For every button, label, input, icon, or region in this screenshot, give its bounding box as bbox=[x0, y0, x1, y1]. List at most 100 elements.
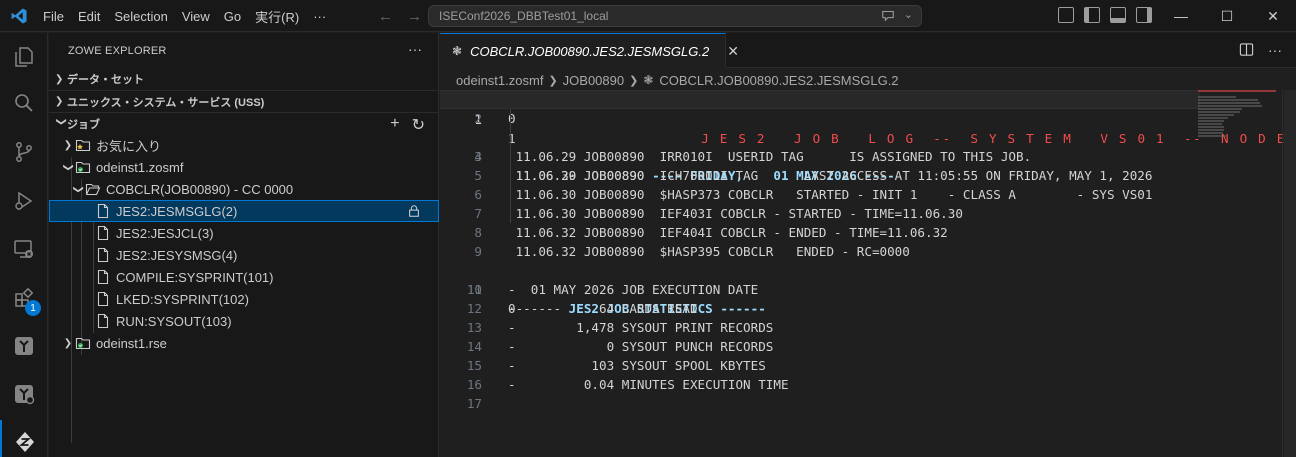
tree-item-spool-compile[interactable]: COMPILE:SYSPRINT(101) bbox=[49, 266, 439, 288]
line-number: 15 bbox=[466, 358, 482, 373]
tree-item-spool-lked[interactable]: LKED:SYSPRINT(102) bbox=[49, 288, 439, 310]
code-line: 5 11.06.30 JOB00890 ICH70001I TAG LAST A… bbox=[440, 166, 1200, 185]
tree-item-spool-run[interactable]: RUN:SYSOUT(103) bbox=[49, 310, 439, 332]
tree-item-label: odeinst1.rse bbox=[96, 335, 167, 351]
toggle-secondary-sidebar-icon[interactable] bbox=[1136, 7, 1152, 23]
copilot-icon[interactable] bbox=[881, 8, 895, 22]
lock-icon bbox=[409, 205, 419, 217]
add-icon[interactable]: + bbox=[390, 115, 399, 135]
search-icon bbox=[15, 94, 33, 112]
close-icon[interactable]: ✕ bbox=[727, 43, 739, 60]
toggle-panel-icon[interactable] bbox=[1110, 7, 1126, 23]
menu-run[interactable]: 実行(R) bbox=[248, 7, 306, 26]
code-line: 16 - 0.04 MINUTES EXECUTION TIME bbox=[440, 375, 1200, 394]
files-icon bbox=[15, 47, 33, 67]
line-number: 12 bbox=[466, 301, 482, 316]
file-icon bbox=[95, 225, 111, 241]
code-line: 17 bbox=[440, 394, 1200, 413]
file-icon bbox=[95, 269, 111, 285]
zowe-resources-button[interactable] bbox=[0, 372, 48, 416]
menu-file[interactable]: File bbox=[36, 9, 71, 24]
line-text: 11.06.32 JOB00890 $HASP395 COBCLR ENDED … bbox=[508, 244, 910, 259]
section-jobs[interactable]: ❯ ジョブ + ↻ bbox=[49, 112, 439, 134]
more-actions-icon[interactable]: ··· bbox=[408, 41, 422, 57]
minimap-line bbox=[1198, 114, 1234, 116]
source-control-icon bbox=[16, 142, 32, 162]
minimize-icon[interactable]: — bbox=[1158, 0, 1204, 32]
profile-folder-icon bbox=[75, 159, 91, 175]
breadcrumb-item[interactable]: COBCLR.JOB00890.JES2.JESMSGLG.2 bbox=[659, 73, 898, 88]
spool-file-icon: ❃ bbox=[452, 44, 463, 58]
line-number: 14 bbox=[466, 339, 482, 354]
code-line: 11 - 01 MAY 2026 JOB EXECUTION DATE bbox=[440, 280, 1200, 299]
vertical-scrollbar[interactable] bbox=[1282, 90, 1296, 457]
tree-item-label: JES2:JESYSMSG(4) bbox=[116, 247, 238, 263]
section-uss[interactable]: ❯ ユニックス・システム・サービス (USS) bbox=[49, 90, 439, 112]
chevron-down-icon: ❯ bbox=[62, 162, 74, 172]
code-line: 15 - 103 SYSOUT SPOOL KBYTES bbox=[440, 356, 1200, 375]
command-center[interactable]: ISEConf2026_DBBTest01_local ⌄ bbox=[428, 5, 922, 27]
source-control-button[interactable] bbox=[0, 130, 48, 174]
customize-layout-icon[interactable] bbox=[1058, 7, 1074, 23]
code-line: 20 bbox=[440, 109, 1200, 128]
line-text: 11.06.32 JOB00890 IEF404I COBCLR - ENDED… bbox=[508, 225, 948, 240]
minimap[interactable] bbox=[1196, 90, 1282, 150]
extensions-button[interactable]: 1 bbox=[0, 276, 48, 320]
search-button[interactable] bbox=[0, 81, 48, 125]
tree-item-spool-jesysmsg[interactable]: JES2:JESYSMSG(4) bbox=[49, 244, 439, 266]
line-text: - 103 SYSOUT SPOOL KBYTES bbox=[508, 358, 766, 373]
back-arrow-icon[interactable]: ← bbox=[378, 8, 393, 25]
vscode-logo-icon bbox=[11, 8, 27, 24]
tree-item-favorites[interactable]: ❯ お気に入り bbox=[49, 134, 439, 156]
zowe-explorer-button[interactable] bbox=[0, 324, 48, 368]
tree-item-profile-zosmf[interactable]: ❯ odeinst1.zosmf bbox=[49, 156, 439, 178]
tree-item-spool-jesmsglg[interactable]: JES2:JESMSGLG(2) bbox=[49, 200, 439, 222]
menu-go[interactable]: Go bbox=[217, 9, 248, 24]
zowe-active-button[interactable] bbox=[0, 420, 48, 457]
maximize-icon[interactable]: ☐ bbox=[1204, 0, 1250, 32]
line-text: - 01 MAY 2026 JOB EXECUTION DATE bbox=[508, 282, 759, 297]
activity-bar: 1 bbox=[0, 33, 48, 457]
menu-selection[interactable]: Selection bbox=[107, 9, 174, 24]
breadcrumb-item[interactable]: JOB00890 bbox=[563, 73, 624, 88]
chevron-down-icon[interactable]: ⌄ bbox=[904, 8, 913, 21]
more-actions-icon[interactable]: ··· bbox=[1268, 42, 1282, 58]
remote-explorer-button[interactable] bbox=[0, 227, 48, 271]
minimap-line bbox=[1198, 135, 1226, 137]
run-debug-button[interactable] bbox=[0, 179, 48, 223]
folder-open-icon bbox=[85, 181, 101, 197]
tree-item-profile-rse[interactable]: ❯ odeinst1.rse bbox=[49, 332, 439, 354]
section-jobs-label: ジョブ bbox=[67, 118, 100, 131]
tree-item-spool-jesjcl[interactable]: JES2:JESJCL(3) bbox=[49, 222, 439, 244]
tab-label: COBCLR.JOB00890.JES2.JESMSGLG.2 bbox=[470, 43, 710, 59]
line-text: 11.06.29 JOB00890 IRR010I USERID TAG IS … bbox=[508, 149, 1032, 164]
scrollbar-thumb[interactable] bbox=[1284, 90, 1296, 457]
breadcrumb-item[interactable]: odeinst1.zosmf bbox=[456, 73, 543, 88]
chevron-down-icon: ❯ bbox=[55, 117, 67, 126]
remote-explorer-icon bbox=[14, 240, 33, 258]
split-editor-icon[interactable] bbox=[1239, 42, 1254, 57]
line-text: 11.06.30 JOB00890 IEF403I COBCLR - START… bbox=[508, 206, 963, 221]
line-number: 2 bbox=[474, 111, 482, 126]
chevron-right-icon: ❯ bbox=[63, 337, 73, 349]
explorer-button[interactable] bbox=[0, 35, 48, 79]
nav-arrows: ← → bbox=[378, 8, 422, 25]
menu-view[interactable]: View bbox=[175, 9, 217, 24]
tree-item-label: JES2:JESJCL(3) bbox=[116, 225, 214, 241]
toggle-primary-sidebar-icon[interactable] bbox=[1084, 7, 1100, 23]
line-number: 9 bbox=[474, 244, 482, 259]
indent-guide bbox=[510, 109, 511, 223]
tree-item-label: LKED:SYSPRINT(102) bbox=[116, 291, 249, 307]
editor-actions: ··· bbox=[1239, 42, 1282, 58]
refresh-icon[interactable]: ↻ bbox=[412, 115, 425, 135]
menu-edit[interactable]: Edit bbox=[71, 9, 107, 24]
tab-jesmsglg[interactable]: ❃ COBCLR.JOB00890.JES2.JESMSGLG.2 ✕ bbox=[440, 33, 739, 68]
chevron-right-icon: ❯ bbox=[55, 96, 64, 107]
minimap-line bbox=[1198, 111, 1240, 113]
forward-arrow-icon[interactable]: → bbox=[407, 8, 422, 25]
close-window-icon[interactable]: ✕ bbox=[1250, 0, 1296, 32]
section-datasets[interactable]: ❯ データ・セット bbox=[49, 68, 439, 90]
menu-more[interactable]: ··· bbox=[306, 9, 333, 24]
tree-item-job[interactable]: ❯ COBCLR(JOB00890) - CC 0000 bbox=[49, 178, 439, 200]
code-line: 9 11.06.32 JOB00890 $HASP395 COBCLR ENDE… bbox=[440, 242, 1200, 261]
